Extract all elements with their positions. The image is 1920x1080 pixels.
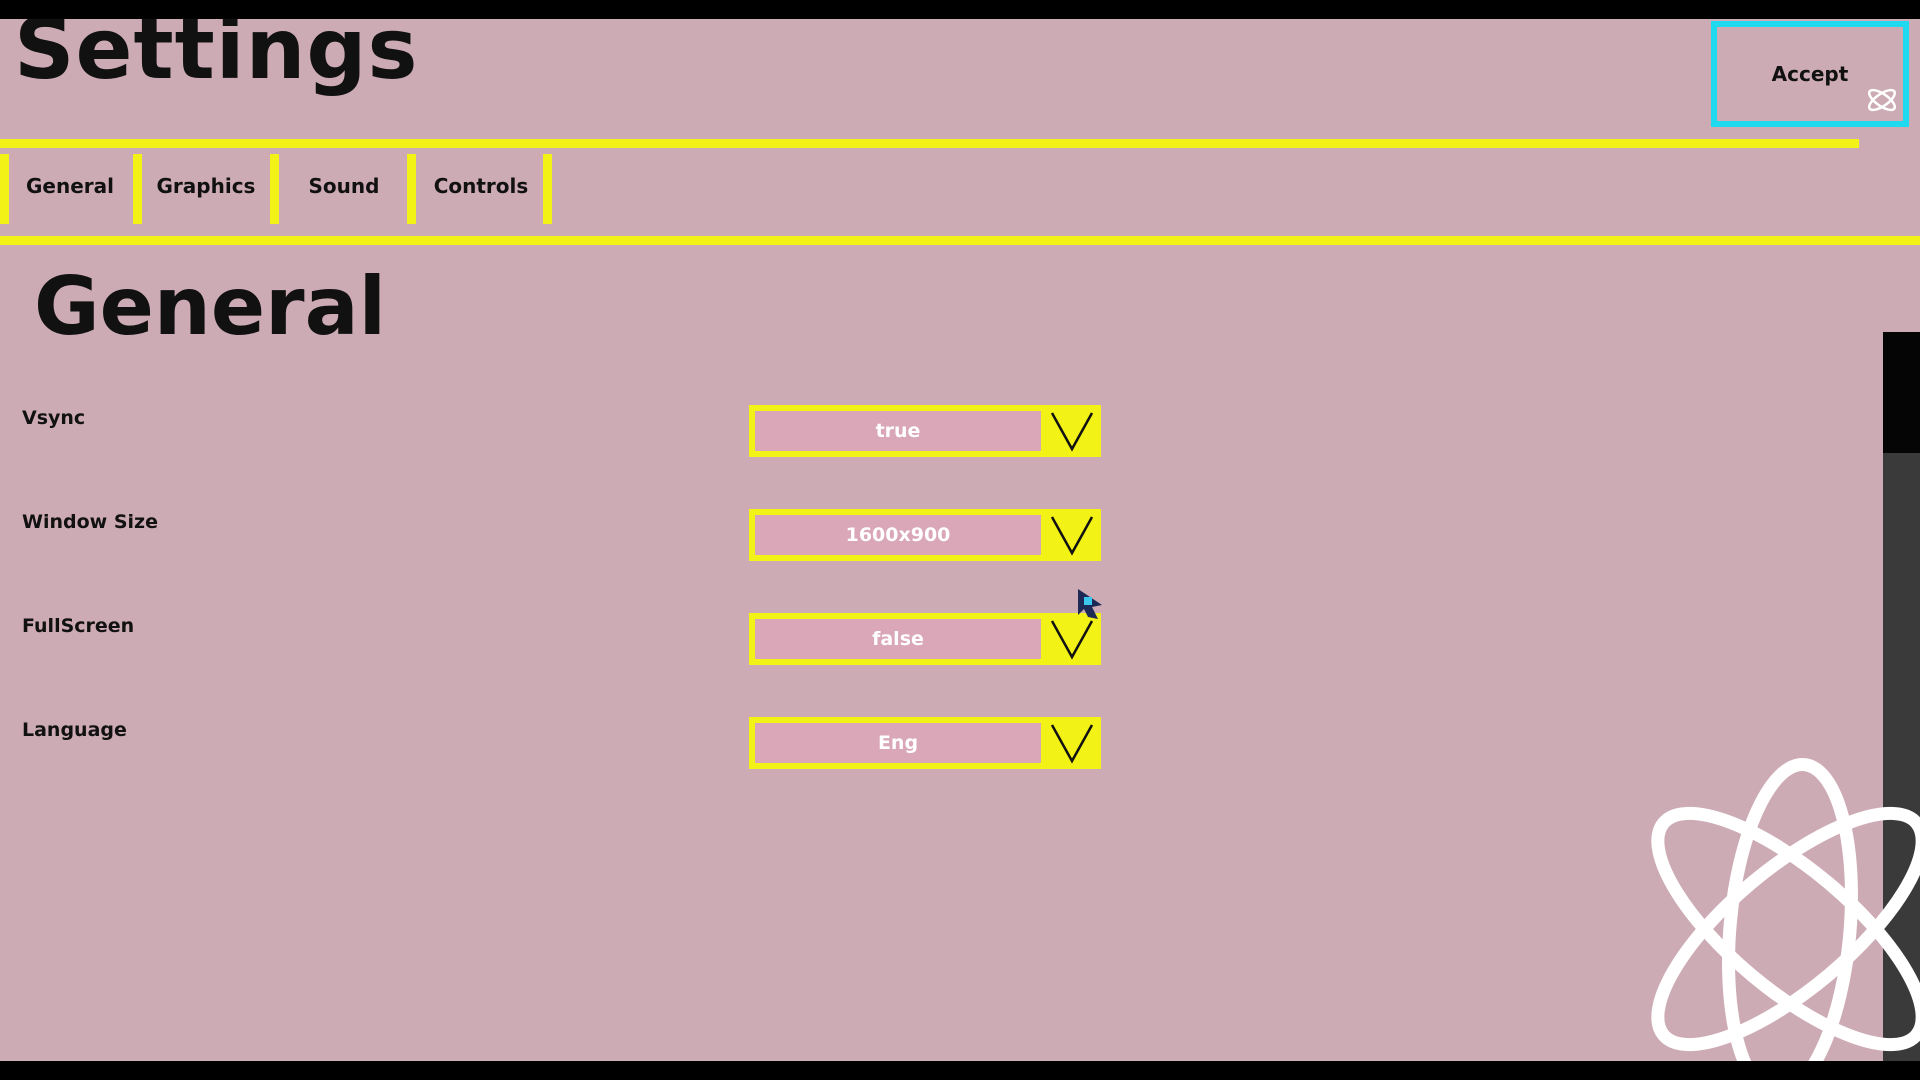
chevron-down-icon: [1050, 724, 1094, 764]
tab-bar-bottom-divider: [0, 236, 1920, 245]
mouse-cursor-icon: [1078, 589, 1102, 619]
window-size-dropdown[interactable]: 1600x900: [749, 509, 1101, 561]
vsync-value: true: [755, 411, 1041, 451]
tab-graphics[interactable]: Graphics: [146, 148, 266, 224]
tab-separator: [133, 154, 142, 224]
tab-separator: [0, 154, 9, 224]
tab-separator: [407, 154, 416, 224]
tab-controls[interactable]: Controls: [421, 148, 541, 224]
language-label: Language: [22, 719, 127, 741]
vsync-label: Vsync: [22, 407, 86, 429]
chevron-down-icon: [1050, 412, 1094, 452]
section-heading: General: [34, 260, 386, 353]
fullscreen-value: false: [755, 619, 1041, 659]
scrollbar-thumb[interactable]: [1883, 332, 1920, 453]
atom-icon: [1651, 758, 1920, 1061]
tab-bar-top-divider: [0, 139, 1859, 148]
tab-general[interactable]: General: [10, 148, 130, 224]
page-title: Settings: [14, 19, 419, 98]
window-size-value: 1600x900: [755, 515, 1041, 555]
fullscreen-dropdown[interactable]: false: [749, 613, 1101, 665]
language-dropdown[interactable]: Eng: [749, 717, 1101, 769]
atom-icon: [1867, 88, 1897, 112]
tab-separator: [543, 154, 552, 224]
language-value: Eng: [755, 723, 1041, 763]
window-size-label: Window Size: [22, 511, 158, 533]
settings-screen: Settings Accept General Graphics Sound C…: [0, 19, 1920, 1061]
tab-sound[interactable]: Sound: [284, 148, 404, 224]
accept-button-label: Accept: [1771, 62, 1849, 86]
tab-bar: General Graphics Sound Controls: [0, 148, 560, 236]
accept-button[interactable]: Accept: [1711, 21, 1909, 127]
fullscreen-label: FullScreen: [22, 615, 135, 637]
tab-separator: [270, 154, 279, 224]
chevron-down-icon: [1050, 516, 1094, 556]
vsync-dropdown[interactable]: true: [749, 405, 1101, 457]
